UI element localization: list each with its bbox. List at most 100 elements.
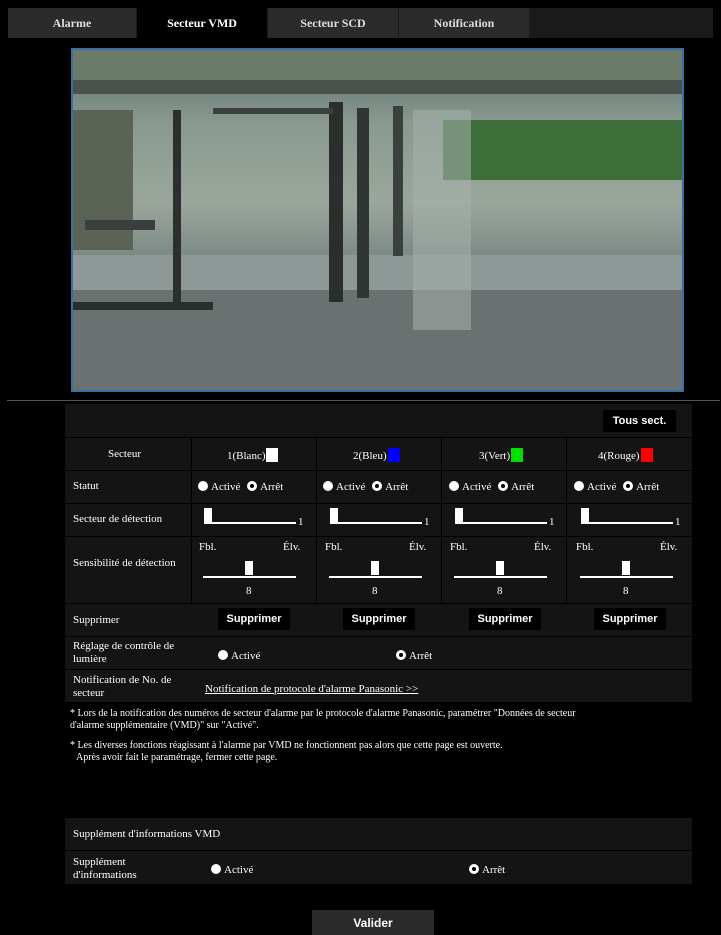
sector-1-detection-area-value: 1 <box>298 516 304 528</box>
status-on-label: Activé <box>462 481 492 493</box>
note-1: * Lors de la notification des numéros de… <box>70 708 576 732</box>
row-divider <box>65 470 692 471</box>
sector-3-sensitivity-slider-track[interactable] <box>454 576 547 578</box>
sector-1-label: 1(Blanc) <box>227 450 266 462</box>
area-notification-label: Notification de No. de secteur <box>73 674 172 699</box>
sector-1-header: 1(Blanc) <box>227 448 279 463</box>
status-on-label: Activé <box>587 481 617 493</box>
sector-3-status-on-radio[interactable] <box>449 481 459 491</box>
sector-1-sensitivity-slider-handle[interactable] <box>245 561 253 575</box>
sensitivity-low-label: Fbl. <box>576 541 594 553</box>
sector-column-label: Secteur <box>108 448 141 460</box>
sector-1-sensitivity-slider-track[interactable] <box>203 576 296 578</box>
sector-2-detection-area-value: 1 <box>424 516 430 528</box>
sector-4-label: 4(Rouge) <box>598 450 640 462</box>
sector-4-detection-area-slider-track[interactable] <box>581 522 673 524</box>
light-control-on-label: Activé <box>231 650 261 662</box>
sector-2-detection-area-slider-track[interactable] <box>330 522 422 524</box>
row-divider <box>65 669 692 670</box>
sector-2-detection-area-slider-handle[interactable] <box>330 508 338 522</box>
sector-4-delete-button[interactable]: Supprimer <box>594 608 666 630</box>
vmd-info-on-radio[interactable] <box>211 864 221 874</box>
tab-notification[interactable]: Notification <box>399 8 529 38</box>
sector-1-status-off-radio[interactable] <box>247 481 258 491</box>
status-label: Statut <box>73 480 99 492</box>
sector-4-status: Activé Arrêt <box>574 481 659 493</box>
light-control-off-label: Arrêt <box>409 650 433 662</box>
status-off-label: Arrêt <box>385 481 409 493</box>
tab-alarme[interactable]: Alarme <box>8 8 136 38</box>
tab-secteur-vmd[interactable]: Secteur VMD <box>137 8 267 38</box>
sensitivity-low-label: Fbl. <box>325 541 343 553</box>
vmd-info-off-label: Arrêt <box>482 864 506 876</box>
light-control-off: Arrêt <box>396 650 432 662</box>
sector-4-header: 4(Rouge) <box>598 448 653 463</box>
sensitivity-high-label: Élv. <box>409 541 427 553</box>
sector-2-status-on-radio[interactable] <box>323 481 333 491</box>
status-off-label: Arrêt <box>260 481 284 493</box>
sector-2-sensitivity-value: 8 <box>372 585 378 597</box>
panasonic-alarm-notification-link[interactable]: Notification de protocole d'alarme Panas… <box>205 683 418 696</box>
sector-3-status: Activé Arrêt <box>449 481 534 493</box>
sector-1-detection-area-slider-track[interactable] <box>204 522 296 524</box>
sector-4-detection-area-slider-handle[interactable] <box>581 508 589 522</box>
light-control-on-radio[interactable] <box>218 650 228 660</box>
sector-1-color-swatch <box>266 448 279 462</box>
divider <box>7 400 720 401</box>
sector-3-color-swatch <box>511 448 524 462</box>
sector-3-detection-area-slider-track[interactable] <box>455 522 547 524</box>
column-divider <box>566 437 567 603</box>
sector-4-status-off-radio[interactable] <box>623 481 634 491</box>
light-control-on: Activé <box>218 650 260 662</box>
light-control-off-radio[interactable] <box>396 650 406 660</box>
status-off-label: Arrêt <box>636 481 660 493</box>
sector-3-header: 3(Vert) <box>479 448 524 463</box>
row-divider <box>65 603 692 604</box>
vmd-info-off: Arrêt <box>469 864 505 876</box>
note-2-line-2: Après avoir fait le paramétrage, fermer … <box>76 752 278 763</box>
sector-2-status: Activé Arrêt <box>323 481 408 493</box>
sector-2-status-off-radio[interactable] <box>372 481 383 491</box>
sector-4-sensitivity-slider-handle[interactable] <box>622 561 630 575</box>
sector-3-detection-area-value: 1 <box>549 516 555 528</box>
all-sectors-button[interactable]: Tous sect. <box>603 410 676 432</box>
sector-4-status-on-radio[interactable] <box>574 481 584 491</box>
sector-1-delete-button[interactable]: Supprimer <box>218 608 290 630</box>
note-2-line-1: * Les diverses fonctions réagissant à l'… <box>70 740 503 751</box>
sensitivity-low-label: Fbl. <box>450 541 468 553</box>
sector-3-delete-button[interactable]: Supprimer <box>469 608 541 630</box>
row-divider <box>65 437 692 438</box>
vmd-info-off-radio[interactable] <box>469 864 479 874</box>
vmd-info-on: Activé <box>211 864 253 876</box>
sector-4-sensitivity-value: 8 <box>623 585 629 597</box>
column-divider <box>191 437 192 603</box>
sector-3-detection-area-slider-handle[interactable] <box>455 508 463 522</box>
sector-2-sensitivity-slider-handle[interactable] <box>371 561 379 575</box>
sensitivity-label: Sensibilité de détection <box>73 557 176 569</box>
sector-2-delete-button[interactable]: Supprimer <box>343 608 415 630</box>
note-1-line-1: * Lors de la notification des numéros de… <box>70 708 576 719</box>
column-divider <box>441 437 442 603</box>
sensitivity-high-label: Élv. <box>534 541 552 553</box>
sector-2-color-swatch <box>387 448 400 462</box>
camera-image[interactable] <box>73 50 682 390</box>
light-control-label: Réglage de contrôle de lumière <box>73 640 175 665</box>
tab-bar: Alarme Secteur VMD Secteur SCD Notificat… <box>8 8 713 38</box>
sector-4-color-swatch <box>640 448 653 462</box>
sector-2-sensitivity-slider-track[interactable] <box>329 576 422 578</box>
sector-1-detection-area-slider-handle[interactable] <box>204 508 212 522</box>
vmd-info-label: Supplément d'informations <box>73 856 137 881</box>
sector-4-sensitivity-slider-track[interactable] <box>580 576 673 578</box>
submit-button[interactable]: Valider <box>312 910 434 935</box>
sector-2-label: 2(Bleu) <box>353 450 387 462</box>
sensitivity-high-label: Élv. <box>283 541 301 553</box>
sector-3-sensitivity-value: 8 <box>497 585 503 597</box>
delete-label: Supprimer <box>73 614 120 626</box>
sector-1-status-on-radio[interactable] <box>198 481 208 491</box>
tab-secteur-scd[interactable]: Secteur SCD <box>268 8 398 38</box>
sector-4-detection-area-value: 1 <box>675 516 681 528</box>
sector-1-sensitivity-value: 8 <box>246 585 252 597</box>
sector-3-sensitivity-slider-handle[interactable] <box>496 561 504 575</box>
row-divider <box>65 503 692 504</box>
sector-3-status-off-radio[interactable] <box>498 481 509 491</box>
